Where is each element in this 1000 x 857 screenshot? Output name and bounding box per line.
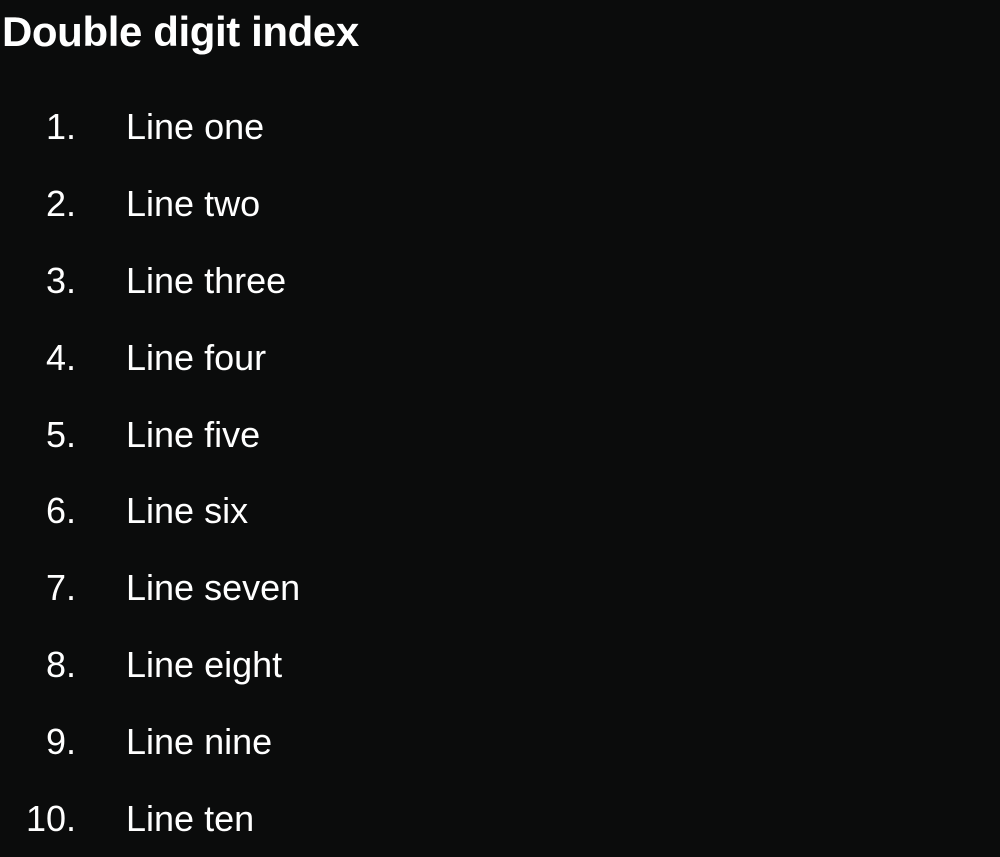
- list-item-number: 10.: [25, 797, 76, 839]
- list-item-text: Line four: [126, 336, 267, 378]
- list-item-text: Line two: [126, 183, 261, 225]
- page: Double digit index 1. Line one 2. Line t…: [0, 0, 1000, 846]
- page-title: Double digit index: [2, 8, 359, 55]
- list-item-number: 7.: [45, 567, 76, 609]
- list-item: 7. Line seven: [0, 550, 300, 627]
- list-item-number: 9.: [45, 720, 76, 762]
- list-item-number: 6.: [45, 490, 76, 532]
- list-item-text: Line three: [126, 259, 287, 301]
- list-item: 6. Line six: [0, 473, 300, 550]
- list-item: 8. Line eight: [0, 627, 300, 704]
- ordered-list: 1. Line one 2. Line two 3. Line three 4.…: [0, 89, 300, 857]
- list-item-number: 1.: [45, 106, 76, 148]
- list-item: 3. Line three: [0, 243, 300, 320]
- list-item-number: 2.: [45, 183, 76, 225]
- list-item: 1. Line one: [0, 89, 300, 166]
- list-item-text: Line ten: [126, 797, 255, 839]
- list-item-text: Line five: [126, 413, 261, 455]
- list-item-text: Line six: [126, 490, 249, 532]
- list-item: 2. Line two: [0, 166, 300, 243]
- list-item-text: Line nine: [126, 720, 273, 762]
- list-item-text: Line seven: [126, 567, 301, 609]
- list-item: 4. Line four: [0, 319, 300, 396]
- list-item-number: 4.: [45, 336, 76, 378]
- list-item: 9. Line nine: [0, 703, 300, 780]
- list-item-text: Line one: [126, 106, 265, 148]
- list-item-number: 8.: [45, 643, 76, 685]
- list-item: 5. Line five: [0, 396, 300, 473]
- list-item: 10. Line ten: [0, 780, 300, 857]
- list-item-text: Line eight: [126, 643, 283, 685]
- list-item-number: 3.: [45, 259, 76, 301]
- list-item-number: 5.: [45, 413, 76, 455]
